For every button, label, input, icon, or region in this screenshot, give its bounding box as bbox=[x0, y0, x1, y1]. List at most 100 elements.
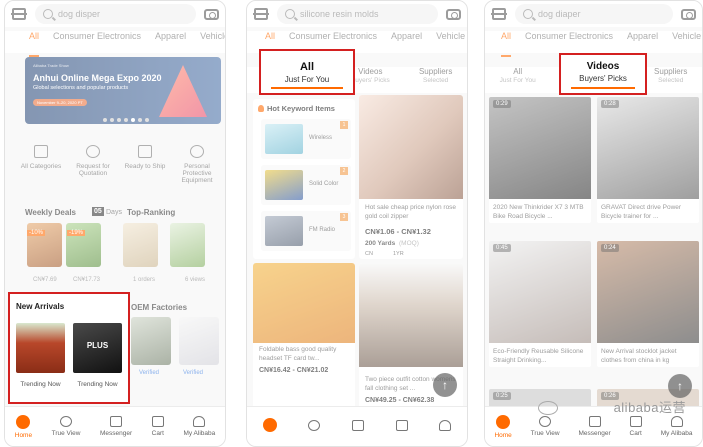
product-thumb[interactable] bbox=[170, 223, 205, 267]
quick-rfq[interactable]: Request for Quotation bbox=[71, 145, 115, 184]
tab-vehicle[interactable]: Vehicle bbox=[436, 31, 465, 53]
video-duration: 0:28 bbox=[601, 100, 619, 108]
arrow-up-icon[interactable]: ↑ bbox=[668, 374, 692, 398]
product-thumb[interactable] bbox=[179, 317, 219, 365]
tab-suppliers[interactable]: Suppliers Selected bbox=[419, 67, 452, 93]
video-caption: GRAVAT Direct drive Power Bicycle traine… bbox=[601, 204, 682, 220]
video-duration: 0:25 bbox=[493, 392, 511, 400]
keyword-item[interactable]: Wireless 1 bbox=[261, 119, 351, 159]
video-duration: 0:29 bbox=[493, 100, 511, 108]
quick-ppe[interactable]: Personal Protective Equipment bbox=[175, 145, 219, 184]
new-arrival-thumb[interactable] bbox=[16, 323, 65, 373]
nav-messenger[interactable] bbox=[351, 419, 364, 434]
cart-icon bbox=[151, 416, 164, 427]
search-input[interactable]: silicone resin molds bbox=[277, 4, 438, 24]
tab-all[interactable]: All bbox=[29, 31, 40, 57]
category-tabs: All Consumer Electronics Apparel Vehicle bbox=[485, 31, 702, 57]
search-placeholder: dog diaper bbox=[538, 9, 581, 19]
video-card[interactable]: 0:24 New Arrival stocklot jacket clothes… bbox=[597, 241, 699, 367]
oem-factories-title[interactable]: OEM Factories bbox=[131, 303, 187, 312]
weekly-deals-row bbox=[27, 223, 205, 267]
tab-vehicle[interactable]: Vehicle bbox=[672, 31, 701, 53]
nav-true-view[interactable] bbox=[308, 419, 321, 434]
user-icon bbox=[439, 419, 452, 431]
video-thumb: 0:45 bbox=[489, 241, 591, 343]
ship-icon bbox=[138, 145, 152, 158]
nav-true-view[interactable]: True View bbox=[531, 416, 560, 437]
tab-suppliers[interactable]: Suppliers Selected bbox=[654, 67, 687, 93]
tab-videos[interactable]: Videos Buyers' Picks bbox=[351, 67, 390, 93]
new-arrival-thumb[interactable]: PLUS bbox=[73, 323, 122, 373]
camera-icon[interactable] bbox=[204, 8, 219, 20]
product-thumb[interactable] bbox=[131, 317, 171, 365]
deal-price: CN¥17.73 bbox=[73, 277, 101, 283]
video-card[interactable]: 0:29 2020 New Thinkrider X7 3 MTB Bike R… bbox=[489, 97, 591, 223]
video-card[interactable]: 0:45 Eco-Friendly Reusable Silicone Stra… bbox=[489, 241, 591, 367]
top-ranking-title[interactable]: Top-Ranking bbox=[127, 208, 175, 217]
nav-home[interactable]: Home bbox=[494, 414, 512, 439]
camera-icon[interactable] bbox=[681, 8, 696, 20]
highlight-title: All bbox=[299, 61, 315, 73]
bottom-nav: Home True View Messenger Cart My Alibaba bbox=[5, 406, 225, 446]
nav-cart[interactable]: Cart bbox=[152, 416, 164, 437]
tab-consumer-electronics[interactable]: Consumer Electronics bbox=[525, 31, 613, 53]
hot-keyword-title: Hot Keyword Items bbox=[253, 99, 355, 113]
product-thumb[interactable] bbox=[123, 223, 158, 267]
nav-my-alibaba[interactable]: My Alibaba bbox=[183, 416, 215, 437]
bottom-nav bbox=[247, 406, 467, 446]
nav-home[interactable] bbox=[262, 418, 277, 435]
keyword-item[interactable]: FM Radio 3 bbox=[261, 211, 351, 251]
rank-badge: 3 bbox=[340, 213, 348, 221]
video-thumb: 0:24 bbox=[597, 241, 699, 343]
keyword-item[interactable]: Solid Color 2 bbox=[261, 165, 351, 205]
videos-highlight[interactable]: Videos Buyers' Picks bbox=[559, 53, 647, 95]
tab-apparel[interactable]: Apparel bbox=[627, 31, 658, 53]
scan-icon[interactable] bbox=[253, 7, 269, 21]
nav-cart[interactable] bbox=[395, 419, 408, 434]
nav-true-view[interactable]: True View bbox=[52, 416, 81, 437]
verified-badge: Verified bbox=[183, 370, 204, 376]
tab-all[interactable]: All bbox=[501, 31, 512, 57]
user-icon bbox=[670, 416, 683, 427]
scan-icon[interactable] bbox=[491, 7, 507, 21]
headset-image bbox=[253, 263, 355, 343]
nav-home[interactable]: Home bbox=[15, 414, 32, 439]
just-for-you-highlight[interactable]: All Just For You bbox=[259, 49, 355, 95]
category-tabs: All Consumer Electronics Apparel Vehicle bbox=[5, 31, 225, 57]
nav-my-alibaba[interactable]: My Alibaba bbox=[661, 416, 692, 437]
camera-icon[interactable] bbox=[446, 8, 461, 20]
quick-all-categories[interactable]: All Categories bbox=[19, 145, 63, 184]
nav-messenger[interactable]: Messenger bbox=[100, 416, 132, 437]
tab-apparel[interactable]: Apparel bbox=[155, 31, 186, 53]
message-icon bbox=[110, 416, 123, 427]
video-card[interactable]: 0:28 GRAVAT Direct drive Power Bicycle t… bbox=[597, 97, 699, 223]
quick-ready-to-ship[interactable]: Ready to Ship bbox=[123, 145, 167, 184]
top-bar: silicone resin molds bbox=[247, 1, 467, 27]
bag-label: PLUS bbox=[86, 341, 109, 350]
new-arrivals-title: New Arrivals bbox=[16, 302, 65, 311]
discount-badge: -19% bbox=[67, 230, 86, 236]
product-card[interactable] bbox=[253, 263, 355, 409]
nav-my-alibaba[interactable] bbox=[439, 419, 452, 434]
weekly-deals-title[interactable]: Weekly Deals bbox=[25, 208, 76, 217]
tab-apparel[interactable]: Apparel bbox=[391, 31, 422, 53]
search-input[interactable]: dog diaper bbox=[515, 4, 673, 24]
new-arrivals-highlight[interactable]: New Arrivals PLUS Trending Now Trending … bbox=[8, 292, 130, 404]
search-icon bbox=[43, 9, 53, 19]
arrow-up-icon[interactable]: ↑ bbox=[433, 373, 457, 397]
nav-cart[interactable]: Cart bbox=[630, 416, 642, 437]
home-icon bbox=[16, 414, 31, 429]
tab-consumer-electronics[interactable]: Consumer Electronics bbox=[53, 31, 141, 53]
search-input[interactable]: dog disper bbox=[35, 4, 196, 24]
message-icon bbox=[588, 416, 601, 427]
promo-banner[interactable]: Alibaba Trade Show Anhui Online Mega Exp… bbox=[25, 57, 221, 124]
message-icon bbox=[351, 419, 364, 431]
router-thumb bbox=[265, 124, 303, 154]
tab-just-for-you[interactable]: All Just For You bbox=[500, 67, 536, 93]
tab-vehicle[interactable]: Vehicle bbox=[200, 31, 225, 53]
nav-messenger[interactable]: Messenger bbox=[578, 416, 611, 437]
scan-icon[interactable] bbox=[11, 7, 27, 21]
wechat-icon bbox=[538, 401, 558, 415]
video-thumb: 0:28 bbox=[597, 97, 699, 199]
search-icon bbox=[285, 9, 295, 19]
